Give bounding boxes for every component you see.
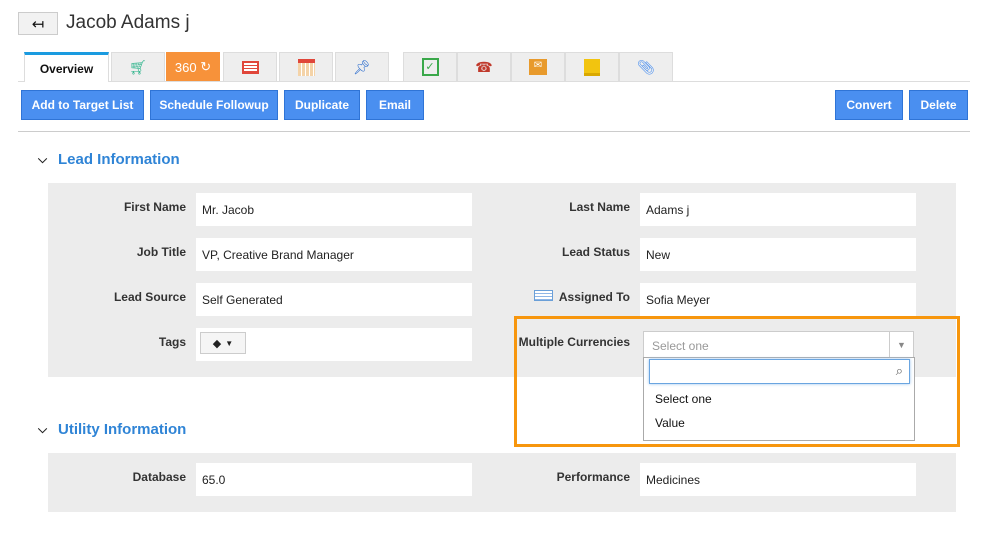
performance-field[interactable]: Medicines	[640, 463, 916, 496]
section-lead-information[interactable]: Lead Information	[58, 151, 180, 168]
tab-tasks[interactable]: ✓	[403, 52, 457, 81]
chevron-down-icon[interactable]: ⌵	[38, 422, 47, 437]
tab-360[interactable]: 360 ↻	[166, 52, 220, 81]
job-title-field[interactable]: VP, Creative Brand Manager	[196, 238, 472, 271]
job-title-label: Job Title	[136, 245, 186, 259]
lead-source-field[interactable]: Self Generated	[196, 283, 472, 316]
refresh-icon: ↻	[196, 59, 212, 74]
calendar-icon	[297, 58, 315, 76]
highlight-box	[514, 316, 960, 447]
cart-icon: 🛒︎	[129, 58, 147, 75]
delete-button[interactable]: Delete	[909, 90, 968, 120]
tab-attachments[interactable]: 📎︎	[619, 52, 673, 81]
tags-field: ◆ ▼	[196, 328, 472, 361]
email-button[interactable]: Email	[366, 90, 424, 120]
tab-label: Overview	[39, 61, 94, 76]
last-name-label: Last Name	[569, 200, 630, 214]
newspaper-icon	[241, 60, 259, 74]
back-button[interactable]: ↤	[18, 12, 58, 35]
assigned-to-label: Assigned To	[558, 290, 630, 304]
add-to-target-list-button[interactable]: Add to Target List	[21, 90, 144, 120]
tab-notes[interactable]	[565, 52, 619, 81]
database-field[interactable]: 65.0	[196, 463, 472, 496]
convert-button[interactable]: Convert	[835, 90, 903, 120]
duplicate-button[interactable]: Duplicate	[284, 90, 360, 120]
arrow-left-icon: ↤	[31, 15, 45, 33]
mail-icon: ✉	[529, 59, 547, 75]
performance-label: Performance	[556, 470, 630, 484]
tab-bar: Overview 🛒︎ 360 ↻ 📌︎ ✓ ☎ ✉ 📎︎	[18, 52, 970, 82]
first-name-field[interactable]: Mr. Jacob	[196, 193, 472, 226]
tab-mail[interactable]: ✉	[511, 52, 565, 81]
task-check-icon: ✓	[421, 58, 439, 76]
assigned-to-field[interactable]: Sofia Meyer	[640, 283, 916, 316]
tags-label: Tags	[158, 335, 186, 349]
divider	[18, 131, 970, 132]
tab-news[interactable]	[223, 52, 277, 81]
chevron-down-icon[interactable]: ⌵	[38, 152, 47, 167]
last-name-field[interactable]: Adams j	[640, 193, 916, 226]
section-utility-information[interactable]: Utility Information	[58, 421, 186, 438]
first-name-label: First Name	[123, 200, 186, 214]
tag-dropdown-button[interactable]: ◆ ▼	[200, 332, 246, 354]
tab-pin[interactable]: 📌︎	[335, 52, 389, 81]
lead-status-field[interactable]: New	[640, 238, 916, 271]
note-icon	[584, 58, 600, 76]
database-label: Database	[132, 470, 186, 484]
pin-icon: 📌︎	[353, 58, 371, 75]
tab-calendar[interactable]	[279, 52, 333, 81]
tab-calls[interactable]: ☎	[457, 52, 511, 81]
lead-source-label: Lead Source	[113, 290, 186, 304]
phone-icon: ☎	[475, 58, 493, 75]
tab-cart[interactable]: 🛒︎	[111, 52, 165, 81]
tab-overview[interactable]: Overview	[24, 52, 109, 82]
tab-label: 360	[174, 59, 197, 75]
schedule-followup-button[interactable]: Schedule Followup	[150, 90, 278, 120]
caret-down-icon: ▼	[225, 338, 234, 348]
paperclip-icon: 📎︎	[637, 58, 655, 75]
tag-icon: ◆	[212, 337, 222, 350]
lead-status-label: Lead Status	[561, 245, 630, 259]
page-title: Jacob Adams j	[66, 12, 190, 33]
